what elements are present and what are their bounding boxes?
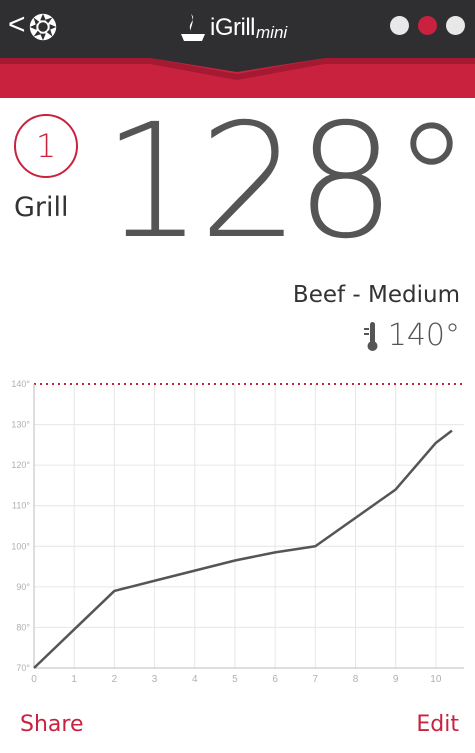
x-tick-label: 1 bbox=[71, 674, 77, 685]
temperature-series-line bbox=[33, 429, 453, 669]
page-dot-3[interactable] bbox=[446, 16, 465, 35]
page-dot-1[interactable] bbox=[390, 16, 409, 35]
x-tick-label: 9 bbox=[393, 674, 399, 685]
y-tick-label: 90° bbox=[16, 582, 30, 592]
x-tick-label: 2 bbox=[112, 674, 118, 685]
top-bar: < iGrill mini bbox=[0, 0, 475, 58]
gear-icon[interactable] bbox=[24, 10, 62, 44]
y-tick-label: 70° bbox=[16, 663, 30, 673]
edit-button[interactable]: Edit bbox=[416, 712, 459, 737]
x-tick-label: 7 bbox=[313, 674, 319, 685]
logo-subtext: mini bbox=[256, 23, 288, 42]
y-tick-label: 110° bbox=[12, 501, 30, 511]
x-tick-label: 10 bbox=[430, 674, 442, 685]
target-temperature[interactable]: 140° bbox=[362, 318, 460, 353]
current-temperature: 128° bbox=[102, 90, 471, 274]
logo-text: iGrill bbox=[210, 14, 256, 41]
y-tick-label: 120° bbox=[11, 460, 30, 470]
preset-label[interactable]: Beef - Medium bbox=[293, 282, 460, 308]
chevron-left-icon[interactable]: < bbox=[8, 10, 26, 40]
probe-name: Grill bbox=[14, 192, 69, 223]
x-tick-label: 3 bbox=[152, 674, 158, 685]
x-tick-label: 5 bbox=[232, 674, 238, 685]
share-button[interactable]: Share bbox=[20, 712, 84, 737]
page-dot-2[interactable] bbox=[418, 16, 437, 35]
target-temp-value: 140° bbox=[387, 318, 460, 353]
x-tick-label: 0 bbox=[31, 674, 37, 685]
y-tick-label: 100° bbox=[11, 541, 30, 551]
page-indicator bbox=[390, 16, 465, 35]
x-tick-label: 6 bbox=[272, 674, 278, 685]
temperature-chart: 0 1 2 3 4 5 6 7 8 9 10 70° 80° 90° 100° 110° 120° 130° 140… bbox=[11, 379, 464, 685]
probe-number-badge[interactable]: 1 bbox=[14, 114, 78, 178]
app-logo: iGrill mini bbox=[178, 6, 287, 50]
y-tick-label: 80° bbox=[16, 622, 30, 632]
thermometer-icon bbox=[363, 321, 378, 351]
flame-icon bbox=[181, 14, 205, 41]
x-tick-label: 4 bbox=[192, 674, 198, 685]
y-tick-label: 130° bbox=[11, 420, 30, 430]
y-tick-label: 140° bbox=[11, 379, 30, 389]
x-tick-label: 8 bbox=[353, 674, 359, 685]
